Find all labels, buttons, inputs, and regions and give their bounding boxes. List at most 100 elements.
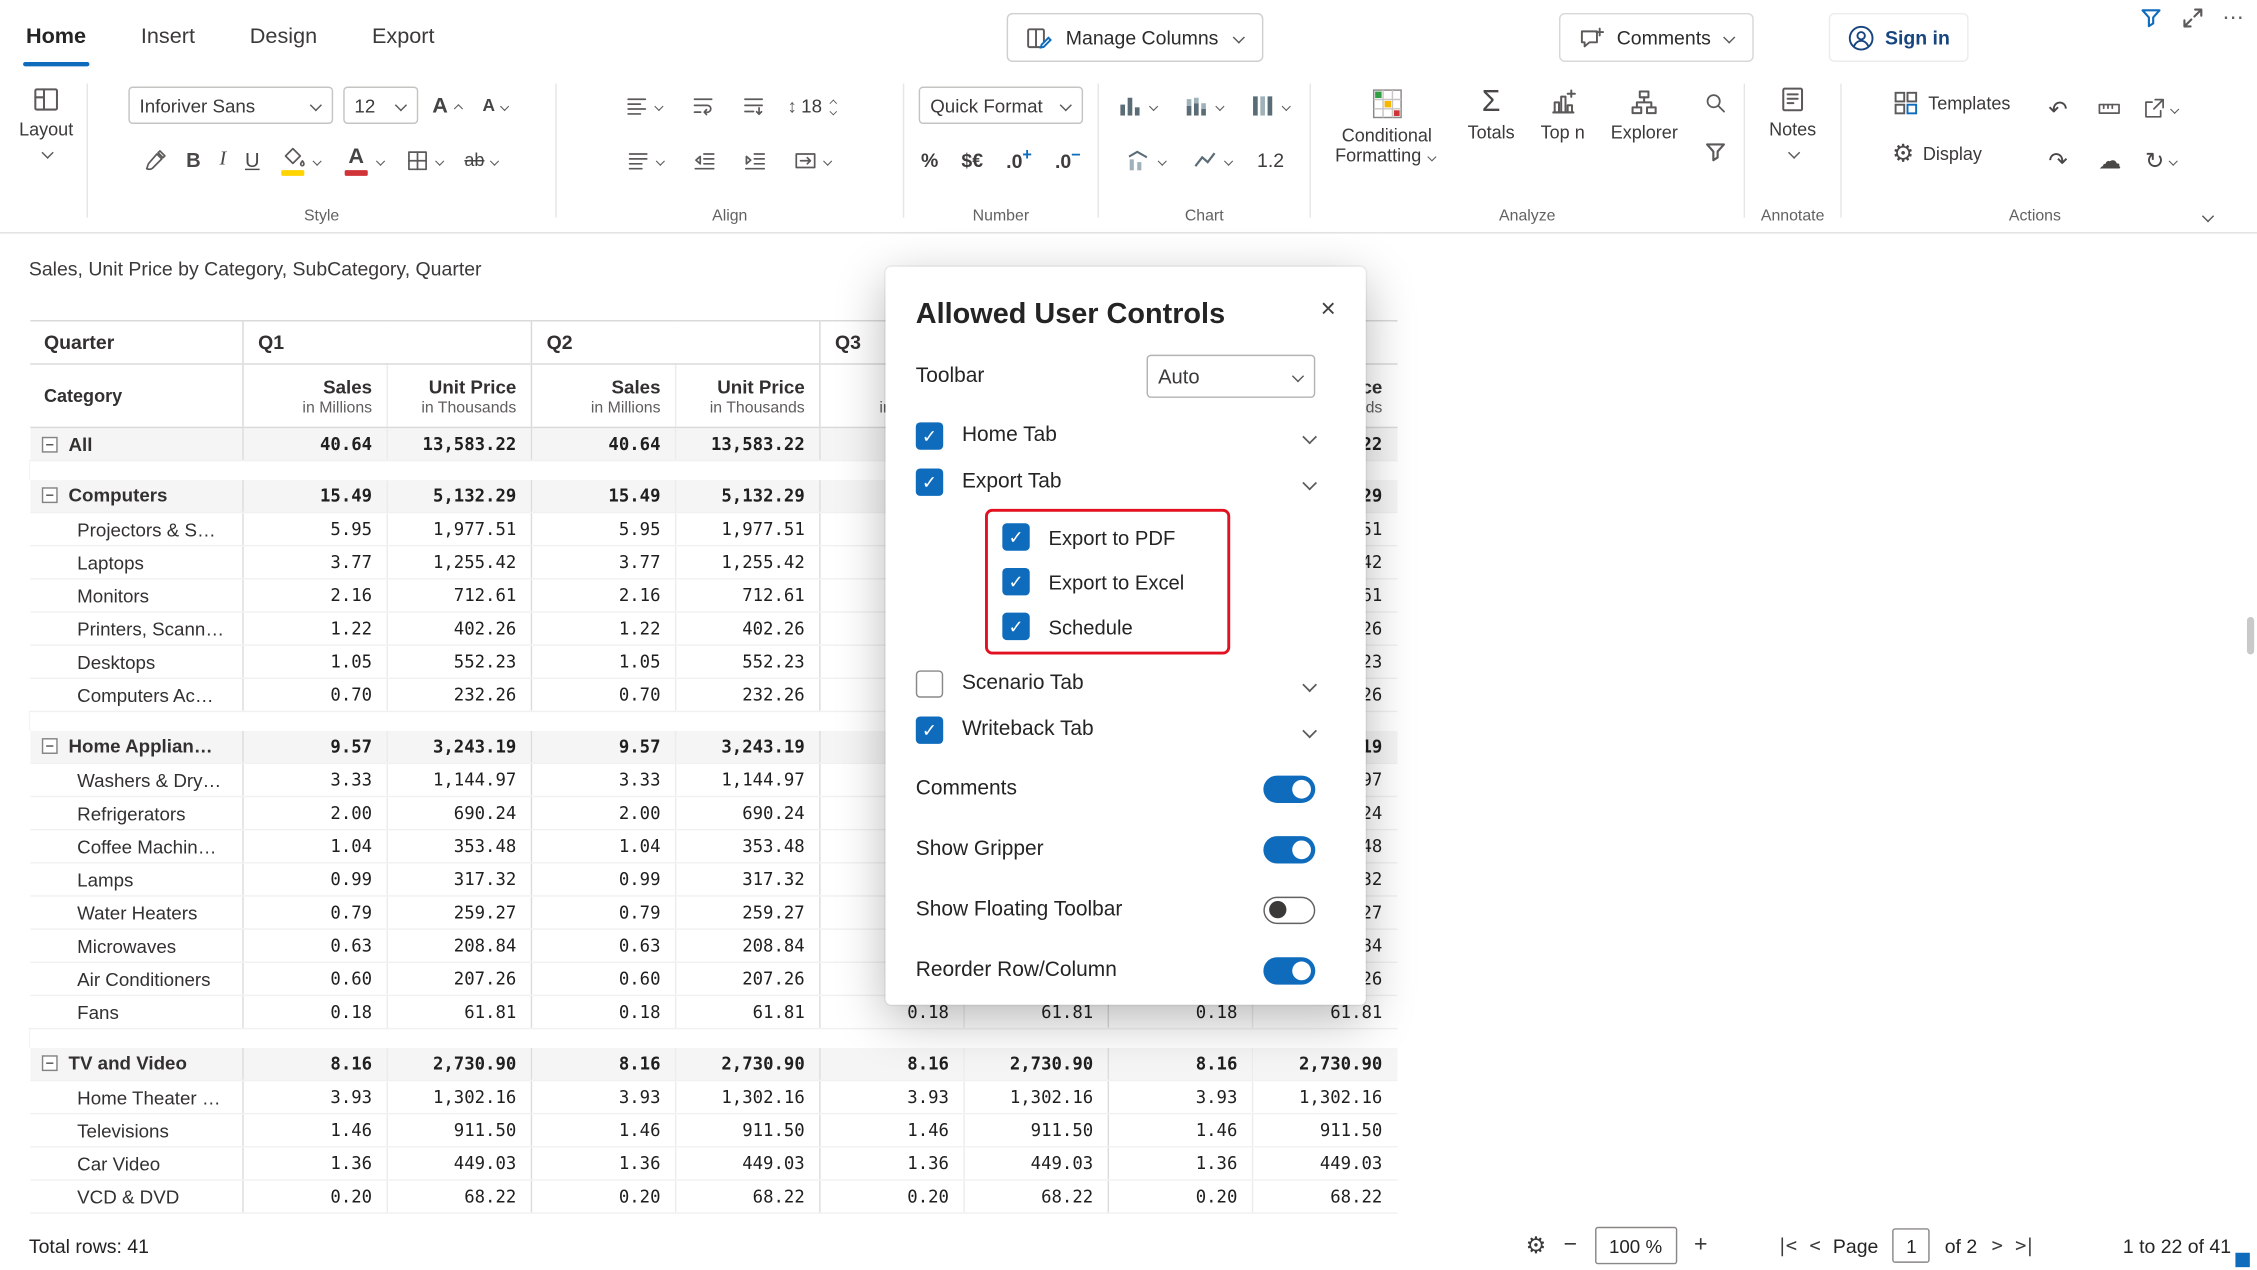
cell-sales[interactable]: 3.93 xyxy=(1108,1080,1252,1113)
stacked-chart-button[interactable] xyxy=(1178,89,1230,122)
top-n-button[interactable]: Top n xyxy=(1535,86,1591,144)
checkbox-export-tab[interactable]: ✓ xyxy=(916,468,943,495)
bold-button[interactable]: B xyxy=(182,146,205,175)
cell-sales[interactable]: 3.77 xyxy=(243,546,387,579)
measure-header-unit-price[interactable]: Unit Pricein Thousands xyxy=(676,364,820,427)
close-icon[interactable]: × xyxy=(1308,288,1348,328)
menu-tab-insert[interactable]: Insert xyxy=(138,0,198,72)
wrap-text-button[interactable] xyxy=(687,90,720,120)
cell-sales[interactable]: 9.57 xyxy=(243,730,387,763)
cell-unit-price[interactable]: 449.03 xyxy=(676,1147,820,1180)
percent-format-button[interactable]: % xyxy=(917,146,943,173)
resize-handle[interactable] xyxy=(2235,1253,2249,1267)
toggle-show-floating-toolbar[interactable] xyxy=(1263,896,1315,923)
cell-unit-price[interactable]: 2,730.90 xyxy=(964,1047,1108,1080)
cell-sales[interactable]: 0.99 xyxy=(243,863,387,896)
row-label-desktops[interactable]: Desktops xyxy=(30,645,243,678)
cell-unit-price[interactable]: 232.26 xyxy=(387,678,531,711)
underline-button[interactable]: U xyxy=(241,146,264,175)
row-label-monitors[interactable]: Monitors xyxy=(30,579,243,612)
sign-in-button[interactable]: Sign in xyxy=(1829,13,1969,62)
cell-sales[interactable]: 0.20 xyxy=(531,1180,675,1213)
cell-unit-price[interactable]: 3,243.19 xyxy=(387,730,531,763)
cell-sales[interactable]: 3.33 xyxy=(531,763,675,796)
line-chart-button[interactable] xyxy=(1186,143,1238,176)
expand-icon[interactable] xyxy=(2181,5,2206,30)
cell-unit-price[interactable]: 1,302.16 xyxy=(676,1080,820,1113)
cell-unit-price[interactable]: 353.48 xyxy=(387,830,531,863)
row-label-home-applian[interactable]: Home Applian… xyxy=(30,730,243,763)
redo-button[interactable]: ↷ xyxy=(2048,146,2067,175)
collapse-ribbon-button[interactable] xyxy=(2201,205,2214,227)
cell-sales[interactable]: 0.63 xyxy=(243,929,387,962)
decimal-places-button[interactable]: 1.2 xyxy=(1253,146,1289,173)
menu-tab-export[interactable]: Export xyxy=(369,0,437,72)
totals-button[interactable]: Σ Totals xyxy=(1462,86,1521,144)
font-family-select[interactable]: Inforiver Sans xyxy=(128,86,333,123)
cell-sales[interactable]: 9.57 xyxy=(531,730,675,763)
cell-sales[interactable]: 3.93 xyxy=(531,1080,675,1113)
cell-sales[interactable]: 0.20 xyxy=(820,1180,964,1213)
borders-button[interactable] xyxy=(401,145,450,175)
chevron-down-icon[interactable] xyxy=(1301,676,1317,692)
cell-unit-price[interactable]: 259.27 xyxy=(676,896,820,929)
row-label-printers-scann[interactable]: Printers, Scann… xyxy=(30,612,243,645)
cell-sales[interactable]: 2.00 xyxy=(243,796,387,829)
menu-tab-design[interactable]: Design xyxy=(247,0,320,72)
cell-sales[interactable]: 0.20 xyxy=(1108,1180,1252,1213)
next-page-button[interactable]: > xyxy=(1992,1235,2001,1257)
row-label-computers-ac[interactable]: Computers Ac… xyxy=(30,678,243,711)
quick-format-select[interactable]: Quick Format xyxy=(919,86,1083,123)
cell-sales[interactable]: 2.16 xyxy=(243,579,387,612)
cell-unit-price[interactable]: 61.81 xyxy=(676,995,820,1028)
menu-tab-home[interactable]: Home xyxy=(23,0,89,72)
export-data-button[interactable] xyxy=(2142,97,2181,122)
checkbox-export-to-pdf[interactable]: ✓ xyxy=(1002,523,1029,550)
cell-unit-price[interactable]: 552.23 xyxy=(676,645,820,678)
zoom-level[interactable]: 100 % xyxy=(1594,1227,1676,1264)
category-header[interactable]: Category xyxy=(30,364,243,427)
cell-unit-price[interactable]: 911.50 xyxy=(387,1114,531,1147)
cell-sales[interactable]: 0.79 xyxy=(531,896,675,929)
cell-unit-price[interactable]: 68.22 xyxy=(1253,1180,1397,1213)
cell-unit-price[interactable]: 690.24 xyxy=(387,796,531,829)
row-label-water-heaters[interactable]: Water Heaters xyxy=(30,896,243,929)
increase-indent-button[interactable] xyxy=(738,145,771,175)
measure-header-sales[interactable]: Salesin Millions xyxy=(531,364,675,427)
settings-gear-icon[interactable]: ⚙ xyxy=(1526,1231,1547,1260)
font-size-select[interactable]: 12 xyxy=(343,86,418,123)
cell-sales[interactable]: 2.16 xyxy=(531,579,675,612)
cell-sales[interactable]: 15.49 xyxy=(243,479,387,512)
stepper-up-icon[interactable] xyxy=(829,97,837,103)
bar-chart-button[interactable] xyxy=(1112,89,1164,122)
fill-color-button[interactable] xyxy=(274,142,327,178)
cell-sales[interactable]: 1.46 xyxy=(531,1114,675,1147)
row-label-microwaves[interactable]: Microwaves xyxy=(30,929,243,962)
strikethrough-button[interactable]: ab xyxy=(460,147,505,173)
cell-unit-price[interactable]: 208.84 xyxy=(676,929,820,962)
row-label-car-video[interactable]: Car Video xyxy=(30,1147,243,1180)
collapse-icon[interactable] xyxy=(41,488,57,504)
zoom-in-button[interactable]: + xyxy=(1691,1233,1710,1259)
cell-sales[interactable]: 8.16 xyxy=(531,1047,675,1080)
chevron-down-icon[interactable] xyxy=(1301,474,1317,490)
row-height-stepper[interactable]: ↕ 18 xyxy=(787,94,839,116)
refresh-button[interactable]: ↻ xyxy=(2145,146,2179,175)
cell-sales[interactable]: 8.16 xyxy=(820,1047,964,1080)
italic-button[interactable]: I xyxy=(215,146,230,175)
page-setup-button[interactable] xyxy=(2098,97,2123,122)
manage-columns-button[interactable]: Manage Columns xyxy=(1007,13,1263,62)
row-label-lamps[interactable]: Lamps xyxy=(30,863,243,896)
cell-unit-price[interactable]: 402.26 xyxy=(387,612,531,645)
row-label-fans[interactable]: Fans xyxy=(30,995,243,1028)
cell-unit-price[interactable]: 712.61 xyxy=(387,579,531,612)
cell-sales[interactable]: 1.46 xyxy=(243,1114,387,1147)
cell-unit-price[interactable]: 911.50 xyxy=(676,1114,820,1147)
merge-cells-button[interactable] xyxy=(789,145,838,175)
horizontal-align-button[interactable] xyxy=(620,90,669,120)
cell-unit-price[interactable]: 552.23 xyxy=(387,645,531,678)
cell-sales[interactable]: 1.36 xyxy=(243,1147,387,1180)
cell-sales[interactable]: 2.00 xyxy=(531,796,675,829)
cell-unit-price[interactable]: 208.84 xyxy=(387,929,531,962)
quarter-header-q2[interactable]: Q2 xyxy=(531,321,819,364)
